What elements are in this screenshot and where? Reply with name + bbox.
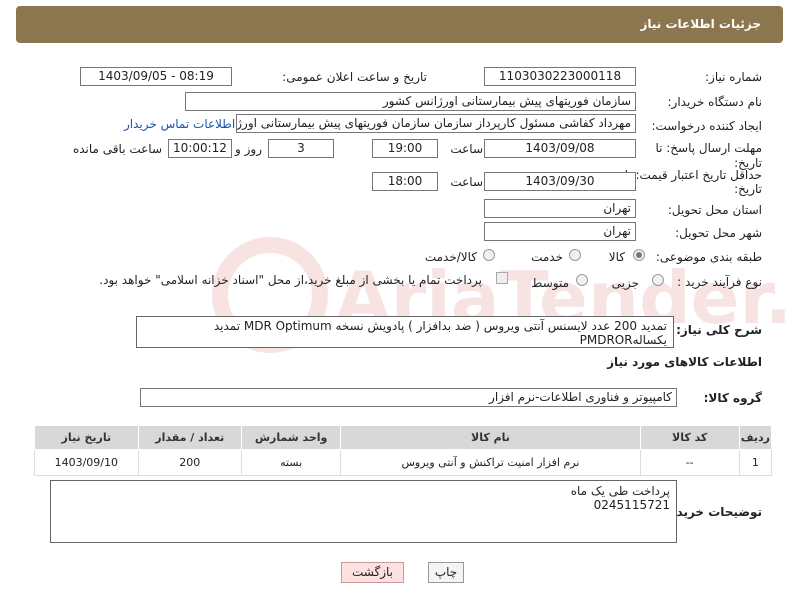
cell-date: 1403/09/10 [34, 449, 139, 476]
col-qty: تعداد / مقدار [137, 425, 242, 450]
contact-info-link[interactable]: اطلاعات تماس خریدار [124, 117, 235, 131]
buyer-notes-line-1: پرداخت طی یک ماه [570, 484, 670, 498]
validity-time-field: 18:00 [372, 172, 438, 191]
validity-label: حداقل تاریخ اعتبار قیمت: تا [624, 168, 762, 182]
buyer-org-label: نام دستگاه خریدار: [667, 95, 763, 109]
need-number-label: شماره نیاز: [705, 70, 762, 84]
province-label: استان محل تحویل: [667, 203, 762, 217]
process-radio-medium[interactable] [576, 274, 588, 286]
cell-name: نرم افزار امنیت تراکنش و آنتی ویروس [340, 449, 641, 476]
treasury-payment-checkbox[interactable] [496, 272, 508, 284]
process-label: نوع فرآیند خرید : [677, 275, 762, 289]
buyer-notes-field: پرداخت طی یک ماه 0245115721 [50, 480, 677, 543]
days-field: 3 [268, 139, 334, 158]
city-label: شهر محل تحویل: [675, 226, 762, 240]
validity-label-date: تاریخ: [734, 182, 762, 196]
process-option-minor: جزیی [611, 276, 639, 290]
description-field: تمدید 200 عدد لایسنس آنتی ویروس ( ضد بدا… [136, 316, 674, 348]
city-field: تهران [484, 222, 636, 241]
col-name: نام کالا [340, 425, 641, 450]
cell-qty: 200 [137, 449, 242, 476]
category-label: طبقه بندی موضوعی: [655, 250, 762, 264]
col-unit: واحد شمارش [240, 425, 342, 450]
remaining-time-field: 10:00:12 [168, 139, 232, 158]
days-label: روز و [235, 142, 262, 156]
goods-section-title: اطلاعات کالاهای مورد نیاز [607, 355, 762, 369]
buyer-org-field: سازمان فوریتهای پیش بیمارستانی اورژانس ک… [185, 92, 636, 111]
announce-label: تاریخ و ساعت اعلان عمومی: [282, 70, 427, 84]
col-date: تاریخ نیاز [34, 425, 139, 450]
process-radio-minor[interactable] [652, 274, 664, 286]
deadline-time-label: ساعت [450, 142, 483, 156]
col-code: کد کالا [639, 425, 740, 450]
validity-date-field: 1403/09/30 [484, 172, 636, 191]
announce-field: 1403/09/05 - 08:19 [80, 67, 232, 86]
page-header: جزئیات اطلاعات نیاز [16, 6, 783, 43]
back-button[interactable]: بازگشت [341, 562, 404, 583]
goods-table-header: ردیف کد کالا نام کالا واحد شمارش تعداد /… [34, 425, 773, 450]
validity-time-label: ساعت [450, 175, 483, 189]
need-number-field: 1103030223000118 [484, 67, 636, 86]
cell-code: -- [639, 449, 740, 476]
remaining-label: ساعت باقی مانده [72, 142, 162, 156]
province-field: تهران [484, 199, 636, 218]
category-radio-service[interactable] [569, 249, 581, 261]
category-radio-goods-service[interactable] [483, 249, 495, 261]
deadline-date-field: 1403/09/08 [484, 139, 636, 158]
buyer-notes-line-2: 0245115721 [593, 498, 670, 512]
category-option-service: خدمت [531, 250, 563, 264]
category-radio-goods[interactable] [633, 249, 645, 261]
goods-table: ردیف کد کالا نام کالا واحد شمارش تعداد /… [34, 425, 773, 476]
cell-unit: بسته [240, 449, 342, 476]
treasury-payment-note: پرداخت تمام یا بخشی از مبلغ خرید،از محل … [99, 273, 482, 287]
table-row: 1 -- نرم افزار امنیت تراکنش و آنتی ویروس… [34, 449, 773, 476]
goods-group-field: کامپیوتر و فناوری اطلاعات-نرم افزار [140, 388, 677, 407]
description-label: شرح کلی نیاز: [676, 323, 762, 337]
cell-row: 1 [738, 449, 773, 476]
print-button[interactable]: چاپ [428, 562, 464, 583]
process-option-medium: متوسط [531, 276, 569, 290]
creator-field: مهرداد کفاشی مسئول کارپرداز سازمان سازما… [236, 114, 636, 133]
col-row: ردیف [738, 425, 773, 450]
deadline-label: مهلت ارسال پاسخ: تا [655, 141, 762, 155]
creator-label: ایجاد کننده درخواست: [651, 119, 762, 133]
deadline-time-field: 19:00 [372, 139, 438, 158]
goods-group-label: گروه کالا: [703, 391, 762, 405]
category-option-goods-service: کالا/خدمت [424, 250, 477, 264]
category-option-goods: کالا [608, 250, 625, 264]
page-title: جزئیات اطلاعات نیاز [640, 17, 761, 31]
